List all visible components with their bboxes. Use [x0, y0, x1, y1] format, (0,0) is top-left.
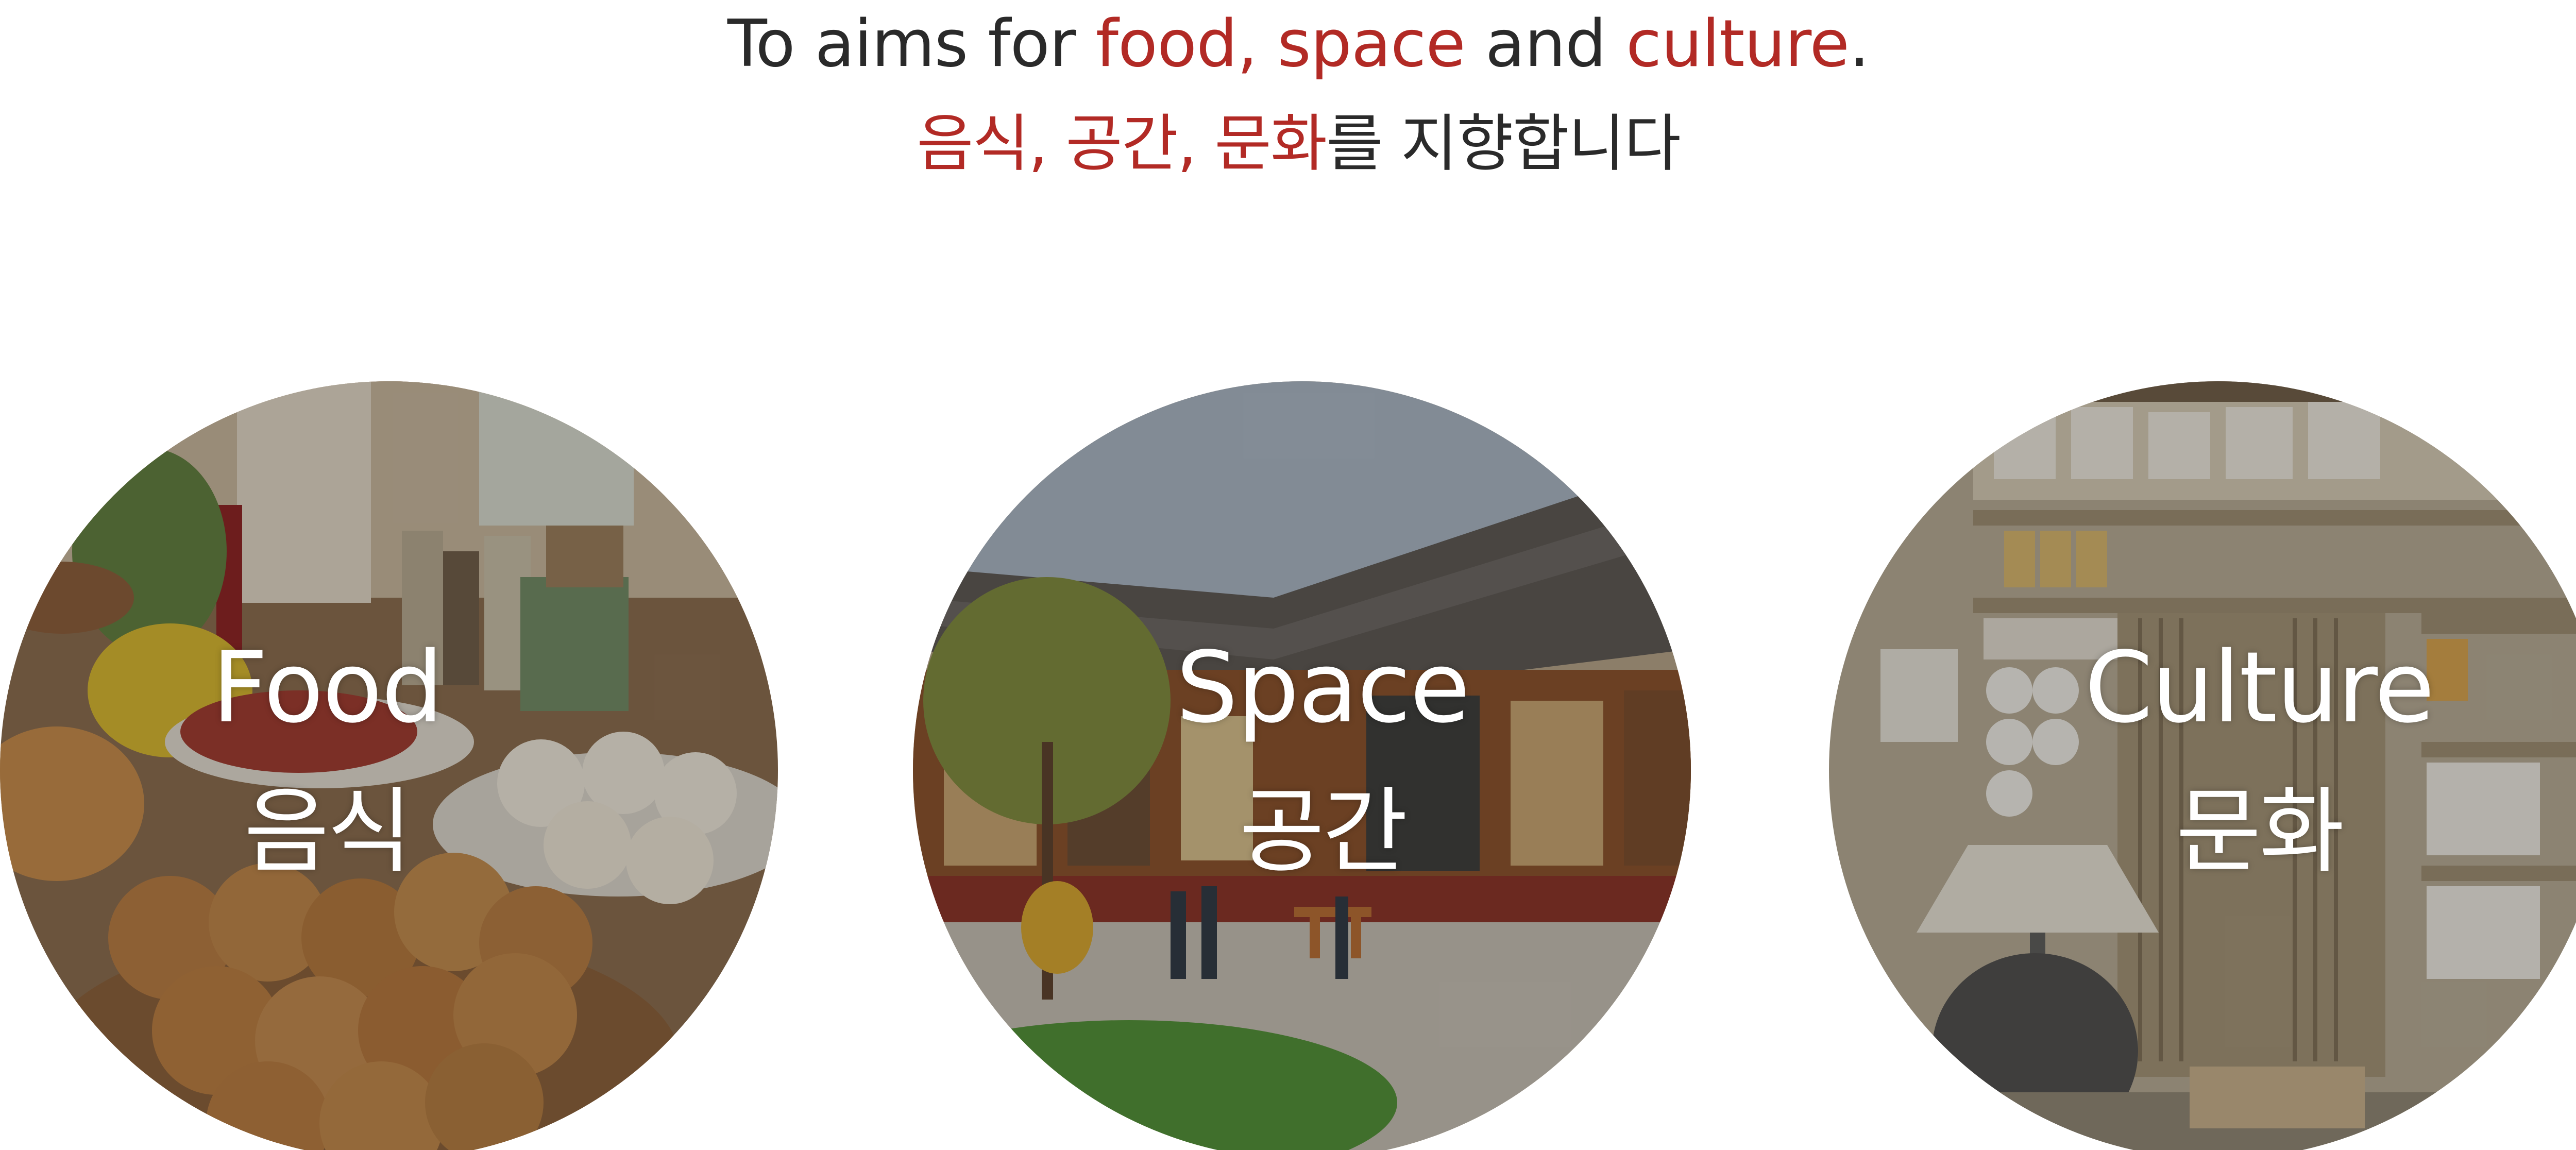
- intro-ko-culture-word: 문화: [1214, 108, 1327, 180]
- culture-dim-overlay: [1829, 381, 2576, 1150]
- space-card[interactable]: Space 공간: [913, 381, 1691, 1150]
- food-title: Food: [212, 631, 444, 745]
- intro-culture-word: culture: [1626, 6, 1850, 81]
- intro-ko-space-word: 공간,: [1065, 108, 1197, 180]
- food-title-korean: 음식: [244, 778, 412, 886]
- intro-heading-english: To aims for food, space and culture.: [0, 0, 2576, 88]
- culture-title-korean: 문화: [2176, 778, 2344, 886]
- space-dim-overlay: [913, 381, 1691, 1150]
- space-title-korean: 공간: [1239, 778, 1408, 886]
- intro-food-word: food,: [1095, 6, 1258, 81]
- intro-prefix: To aims for: [727, 6, 1096, 81]
- culture-card[interactable]: Culture 문화: [1829, 381, 2576, 1150]
- page: To aims for food, space and culture. 음식,…: [0, 0, 2576, 1150]
- intro-space-word: space: [1277, 6, 1466, 81]
- intro-and-word: and: [1485, 6, 1606, 81]
- intro-period: .: [1849, 6, 1870, 81]
- space-title: Space: [1176, 631, 1470, 745]
- intro-ko-suffix: 를 지향합니다: [1326, 108, 1681, 180]
- intro-ko-food-word: 음식,: [917, 108, 1048, 180]
- intro-heading-korean: 음식, 공간, 문화를 지향합니다: [0, 100, 2576, 188]
- culture-title: Culture: [2084, 631, 2435, 745]
- food-card[interactable]: Food 음식: [0, 381, 778, 1150]
- food-dim-overlay: [0, 381, 778, 1150]
